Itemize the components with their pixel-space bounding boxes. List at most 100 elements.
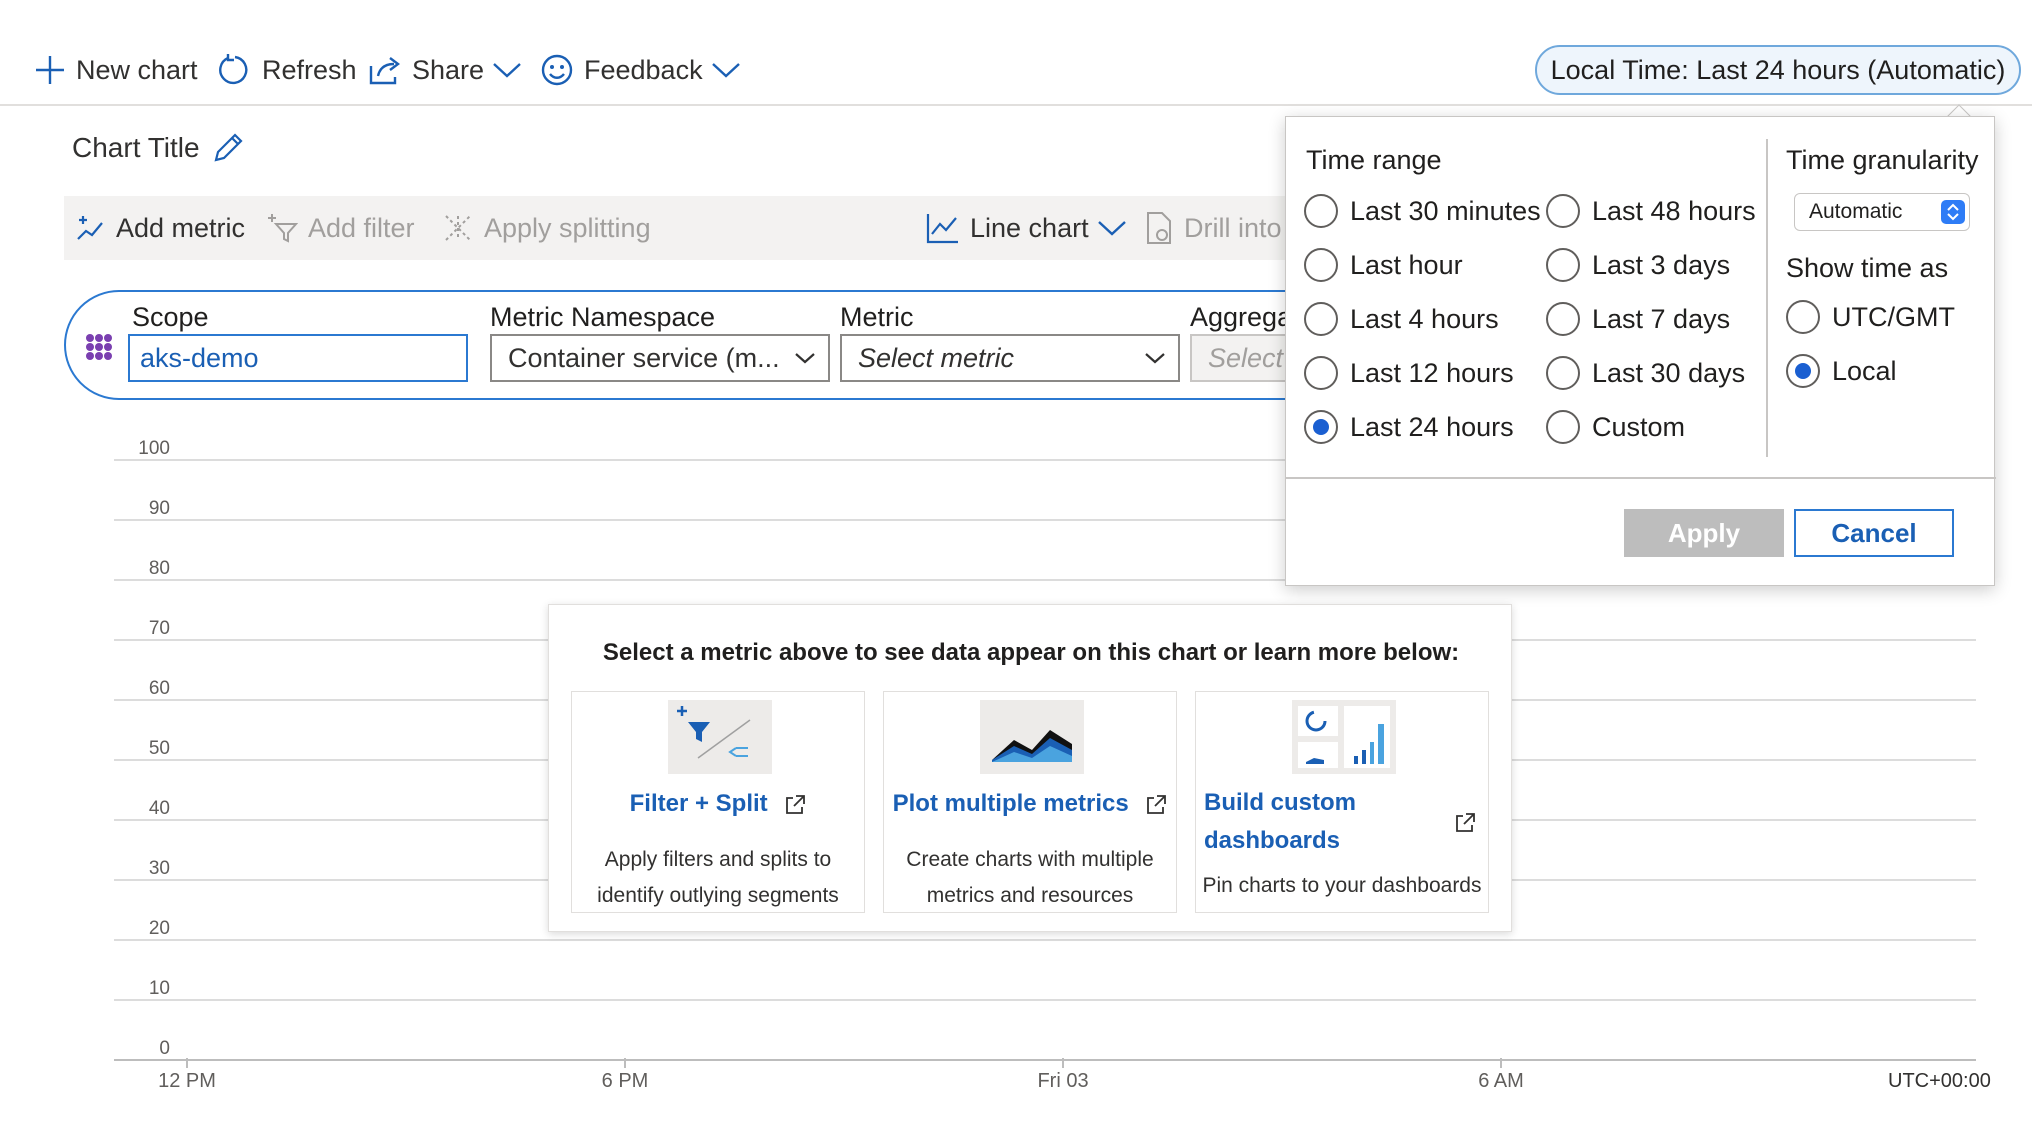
dashboards-link-line1: Build custom [1204,789,1357,816]
radio-circle [1304,302,1338,336]
radio-last-4-hours[interactable]: Last 4 hours [1304,299,1499,339]
radio-custom[interactable]: Custom [1546,407,1685,447]
plus-icon [36,56,64,84]
add-metric-button[interactable]: Add metric [76,196,245,260]
y-tick-label: 100 [138,438,170,459]
refresh-button[interactable]: Refresh [218,48,357,92]
radio-last-7-days[interactable]: Last 7 days [1546,299,1730,339]
dashboards-link[interactable]: Build custom dashboards [1196,784,1488,860]
radio-circle [1546,356,1580,390]
namespace-value: Container service (m... [508,342,780,373]
x-tick-label: 6 AM [1478,1070,1524,1092]
line-chart-label: Line chart [970,212,1089,243]
cancel-button[interactable]: Cancel [1794,509,1954,557]
divider [1766,139,1768,457]
radio-last-12-hours[interactable]: Last 12 hours [1304,353,1514,393]
dashboards-desc: Pin charts to your dashboards [1202,874,1482,897]
plot-multiple-tile[interactable]: Plot multiple metrics Create charts with… [883,691,1177,913]
new-chart-label: New chart [76,54,198,85]
filter-split-tile[interactable]: Filter + Split Apply filters and splits … [571,691,865,913]
apply-button[interactable]: Apply [1624,509,1784,557]
radio-last-30-days[interactable]: Last 30 days [1546,353,1745,393]
radio-circle [1546,194,1580,228]
feedback-button[interactable]: Feedback [540,48,751,92]
dashboards-tile[interactable]: Build custom dashboards Pin charts to yo… [1195,691,1489,913]
namespace-select[interactable]: Container service (m... [490,334,830,382]
plot-multiple-link[interactable]: Plot multiple metrics [884,790,1176,818]
x-tick-label: Fri 03 [1037,1070,1089,1092]
scope-input[interactable]: aks-demo [128,334,468,382]
radio-circle [1786,354,1820,388]
time-range-button[interactable]: Local Time: Last 24 hours (Automatic) [1535,45,2021,95]
y-tick-label: 10 [148,978,170,999]
external-link-icon [1456,813,1475,832]
radio-local[interactable]: Local [1786,351,1897,391]
time-range-heading: Time range [1306,145,1442,175]
divider [1286,477,1996,479]
add-filter-button[interactable]: Add filter [266,196,415,260]
gridline [114,999,1976,1001]
radio-circle [1546,410,1580,444]
share-button[interactable]: Share [368,48,532,92]
radio-circle [1546,248,1580,282]
radio-label: Last 4 hours [1350,303,1499,334]
granularity-select[interactable]: Automatic [1794,193,1970,231]
y-tick-label: 0 [159,1038,170,1059]
radio-last-48-hours[interactable]: Last 48 hours [1546,191,1756,231]
radio-last-30-minutes[interactable]: Last 30 minutes [1304,191,1541,231]
pencil-icon[interactable] [210,130,246,166]
radio-label: UTC/GMT [1832,301,1955,332]
metric-value: Select metric [858,342,1015,373]
aggregation-value: Select [1208,342,1284,373]
radio-circle [1786,300,1820,334]
apply-splitting-button[interactable]: Apply splitting [442,196,651,260]
radio-last-24-hours[interactable]: Last 24 hours [1304,407,1514,447]
aggregation-label: Aggrega [1190,302,1293,332]
radio-circle [1304,356,1338,390]
drill-into-button[interactable]: Drill into [1144,196,1282,260]
refresh-label: Refresh [262,54,357,85]
x-tick-mark [624,1058,626,1068]
add-filter-icon [268,214,298,243]
drill-into-icon [1147,212,1171,244]
y-tick-label: 40 [148,798,170,819]
radio-last-3-days[interactable]: Last 3 days [1546,245,1730,285]
chevron-down-icon [711,63,740,78]
add-metric-icon [77,216,103,240]
chart-title: Chart Title [72,132,200,163]
x-axis-line [114,1059,1976,1061]
chart-toolbar: Add metric Add filter Apply splitting Li… [64,196,1304,260]
radio-last-hour[interactable]: Last hour [1304,245,1463,285]
radio-circle [1304,410,1338,444]
refresh-icon [219,54,248,85]
x-tick-mark [186,1058,188,1068]
chevron-down-icon [1097,221,1126,236]
filter-split-link[interactable]: Filter + Split [572,790,864,818]
scope-label: Scope [132,302,209,332]
radio-label: Last 30 minutes [1350,195,1541,226]
share-icon [369,57,400,85]
radio-label: Last 12 hours [1350,357,1514,388]
empty-state-heading: Select a metric above to see data appear… [602,639,1460,666]
plot-multiple-illustration [980,700,1084,774]
radio-label: Last 24 hours [1350,411,1514,442]
line-chart-button[interactable]: Line chart [926,196,1137,260]
y-tick-label: 50 [148,738,170,759]
share-label: Share [412,54,485,85]
new-chart-button[interactable]: New chart [34,48,198,92]
metric-select[interactable]: Select metric [840,334,1180,382]
radio-label: Last 3 days [1592,249,1731,280]
radio-label: Last 7 days [1592,303,1731,334]
plot-multiple-link-text: Plot multiple metrics [892,790,1129,817]
external-link-icon [786,794,806,814]
x-tick-label: 6 PM [601,1070,649,1092]
timezone-label: UTC+00:00 [1888,1070,1991,1092]
radio-utc-gmt[interactable]: UTC/GMT [1786,297,1955,337]
y-tick-label: 80 [148,558,170,579]
chevron-down-icon [493,63,521,78]
namespace-label: Metric Namespace [490,302,716,332]
external-link-icon [1147,794,1167,814]
radio-label: Last 48 hours [1592,195,1756,226]
y-tick-label: 60 [148,678,170,699]
select-arrows-icon [1941,200,1965,224]
